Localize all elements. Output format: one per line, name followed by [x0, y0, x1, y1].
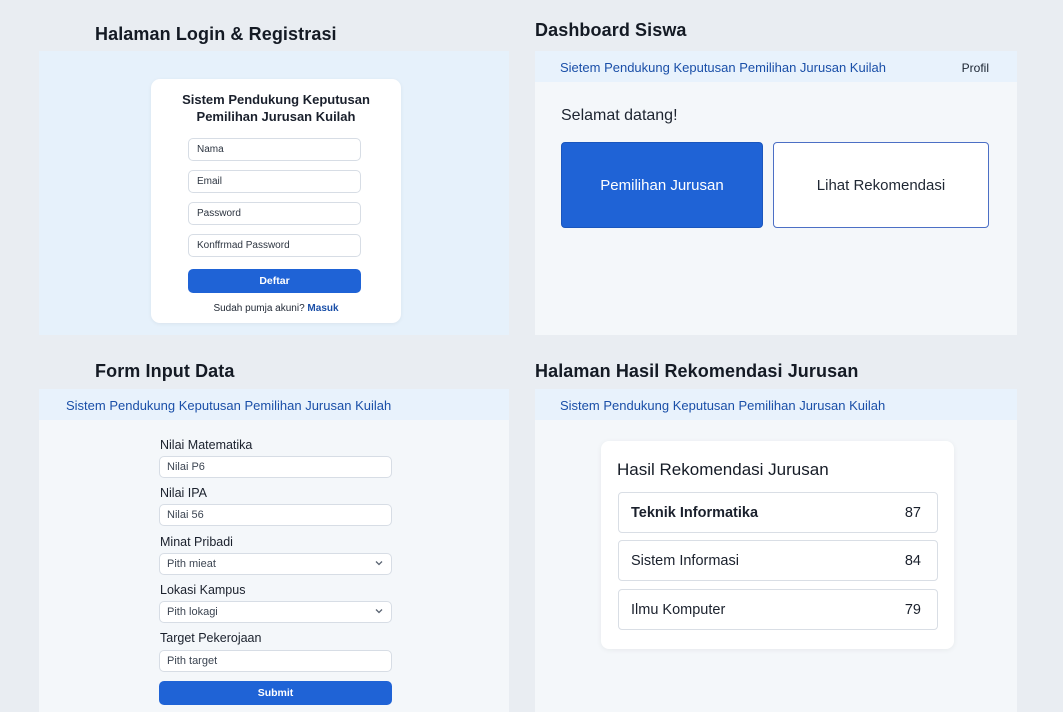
result-score: 84: [904, 553, 921, 569]
math-score-input[interactable]: [159, 456, 392, 478]
result-row: Sistem Informasi 84: [618, 540, 938, 581]
email-input[interactable]: [188, 170, 361, 193]
submit-button[interactable]: Submit: [159, 681, 392, 705]
recommendation-card-title: Hasil Rekomendasi Jurusan: [617, 460, 829, 479]
register-button[interactable]: Deftar: [188, 269, 361, 293]
science-score-input[interactable]: [159, 504, 392, 526]
registration-card: Sistem Pendukung Keputusan Pemilihan Jur…: [151, 79, 401, 323]
login-section-title: Halaman Login & Registrasi: [95, 24, 337, 44]
result-score: 87: [904, 505, 921, 521]
form-header: Sistem Pendukung Keputusan Pemilihan Jur…: [39, 389, 509, 420]
results-section-title: Halaman Hasil Rekomendasi Jurusan: [535, 361, 859, 381]
result-row: Ilmu Komputer 79: [618, 589, 938, 630]
recommendation-card: Hasil Rekomendasi Jurusan Teknik Informa…: [601, 441, 954, 649]
view-recommendation-button[interactable]: Lihat Rekomendasi: [773, 142, 989, 228]
science-score-label: Nilai IPA: [160, 486, 208, 500]
form-section-title: Form Input Data: [95, 361, 235, 381]
dashboard-panel: Sietem Pendukung Keputusan Pemilihan Jur…: [535, 51, 1017, 335]
registration-card-title: Sistem Pendukung Keputusan Pemilihan Jur…: [182, 92, 370, 124]
career-target-input[interactable]: [159, 650, 392, 672]
results-app-title: Sistem Pendukung Keputusan Pemilihan Jur…: [560, 398, 886, 413]
login-link[interactable]: Masuk: [307, 303, 338, 314]
login-panel: Sistem Pendukung Keputusan Pemilihan Jur…: [39, 51, 509, 335]
chevron-down-icon: [375, 561, 383, 566]
dashboard-section-title: Dashboard Siswa: [535, 20, 687, 40]
result-major-name: Teknik Informatika: [631, 505, 759, 521]
login-prompt: Sudah pumja akuni? Masuk: [213, 303, 339, 314]
campus-location-select[interactable]: Pith lokagi: [159, 601, 392, 623]
result-score: 79: [904, 602, 921, 618]
campus-location-select-value: Pith lokagi: [167, 606, 218, 618]
confirm-password-input[interactable]: [188, 234, 361, 257]
interest-select-value: Pith mieat: [167, 558, 216, 570]
profile-link[interactable]: Profil: [962, 61, 989, 75]
career-target-label: Target Pekerojaan: [160, 631, 262, 645]
result-row: Teknik Informatika 87: [618, 492, 938, 533]
interest-select[interactable]: Pith mieat: [159, 553, 392, 575]
major-selection-button[interactable]: Pemilihan Jurusan: [561, 142, 763, 228]
results-header: Sistem Pendukung Keputusan Pemilihan Jur…: [535, 389, 1017, 420]
results-panel: Sistem Pendukung Keputusan Pemilihan Jur…: [535, 389, 1017, 712]
welcome-message: Selamat datang!: [561, 107, 678, 124]
name-input[interactable]: [188, 138, 361, 161]
password-input[interactable]: [188, 202, 361, 225]
campus-location-label: Lokasi Kampus: [160, 583, 246, 597]
form-panel: Sistem Pendukung Keputusan Pemilihan Jur…: [39, 389, 509, 712]
form-app-title: Sistem Pendukung Keputusan Pemilihan Jur…: [66, 398, 392, 413]
chevron-down-icon: [375, 609, 383, 614]
result-major-name: Sistem Informasi: [631, 553, 739, 569]
math-score-label: Nilai Matematika: [160, 438, 253, 452]
dashboard-header: Sietem Pendukung Keputusan Pemilihan Jur…: [535, 51, 1017, 82]
interest-label: Minat Pribadi: [160, 535, 233, 549]
dashboard-app-title: Sietem Pendukung Keputusan Pemilihan Jur…: [560, 60, 886, 75]
result-major-name: Ilmu Komputer: [631, 602, 726, 618]
